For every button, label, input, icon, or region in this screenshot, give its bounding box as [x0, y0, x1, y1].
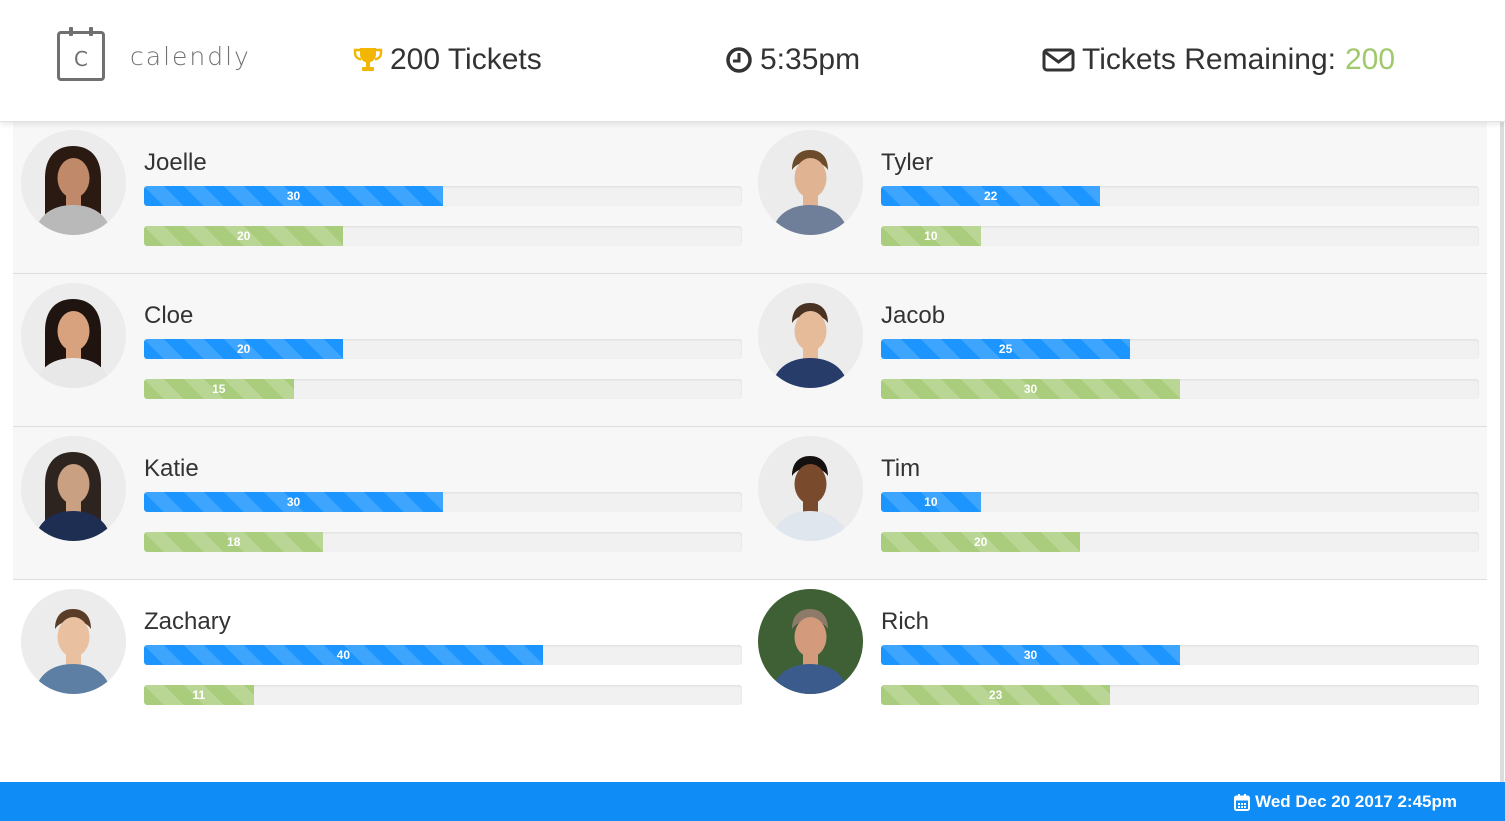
calendar-logo-icon: C — [57, 27, 105, 81]
green-progress-bar: 15 — [144, 379, 742, 399]
agent-name: Jacob — [881, 302, 946, 329]
blue-progress-bar: 25 — [881, 339, 1479, 359]
avatar — [21, 130, 126, 235]
leaderboard: Joelle 30 20 Tyler 22 10 Cloe 20 15 Jacob 25 30 Kati… — [13, 121, 1487, 732]
tickets-remaining-value: 200 — [1344, 43, 1396, 76]
blue-progress-fill: 20 — [144, 339, 344, 359]
green-progress-fill: 18 — [144, 532, 324, 552]
trophy-icon — [353, 48, 383, 71]
blue-progress-bar: 20 — [144, 339, 742, 359]
blue-progress-fill: 22 — [881, 186, 1101, 206]
avatar — [758, 589, 863, 694]
blue-progress-fill: 10 — [881, 492, 981, 512]
blue-progress-bar: 30 — [881, 645, 1479, 665]
agent-card-tyler: Tyler 22 10 — [758, 121, 1488, 273]
agent-name: Cloe — [144, 302, 194, 329]
green-progress-bar: 18 — [144, 532, 742, 552]
footer-date: Wed Dec 20 2017 2:45pm — [1234, 792, 1457, 812]
logo-text: calendly — [130, 41, 251, 71]
agent-card-zachary: Zachary 40 11 — [21, 580, 751, 732]
avatar — [758, 436, 863, 541]
green-progress-fill: 23 — [881, 685, 1111, 705]
green-progress-bar: 10 — [881, 226, 1479, 246]
agent-name: Tyler — [881, 149, 934, 176]
time-stat: 5:35pm — [725, 42, 860, 78]
green-progress-fill: 20 — [144, 226, 344, 246]
green-progress-fill: 30 — [881, 379, 1180, 399]
tickets-remaining-stat: Tickets Remaining: 200 — [1042, 42, 1395, 78]
blue-progress-bar: 30 — [144, 492, 742, 512]
blue-progress-bar: 10 — [881, 492, 1479, 512]
time-label: 5:35pm — [760, 43, 861, 76]
calendly-logo[interactable]: C calendly — [57, 27, 251, 81]
leaderboard-row: Zachary 40 11 Rich 30 23 — [13, 580, 1487, 732]
blue-progress-bar: 40 — [144, 645, 742, 665]
total-tickets-stat: 200 Tickets — [353, 42, 542, 78]
avatar — [21, 589, 126, 694]
blue-progress-bar: 30 — [144, 186, 742, 206]
leaderboard-row: Katie 30 18 Tim 10 20 — [13, 427, 1487, 580]
logo-letter: C — [74, 47, 88, 71]
avatar — [21, 436, 126, 541]
clock-icon — [726, 47, 752, 73]
avatar — [758, 130, 863, 235]
footer-date-label: Wed Dec 20 2017 2:45pm — [1255, 792, 1457, 811]
agent-name: Rich — [881, 608, 930, 635]
agent-card-jacob: Jacob 25 30 — [758, 274, 1488, 426]
agent-name: Tim — [881, 455, 921, 482]
green-progress-bar: 20 — [144, 226, 742, 246]
envelope-icon — [1042, 48, 1075, 72]
footer-bar: Wed Dec 20 2017 2:45pm — [0, 782, 1505, 821]
agent-card-rich: Rich 30 23 — [758, 580, 1488, 732]
blue-progress-fill: 30 — [144, 492, 443, 512]
agent-card-cloe: Cloe 20 15 — [21, 274, 751, 426]
green-progress-bar: 20 — [881, 532, 1479, 552]
green-progress-bar: 23 — [881, 685, 1479, 705]
green-progress-bar: 11 — [144, 685, 742, 705]
green-progress-fill: 15 — [144, 379, 294, 399]
blue-progress-bar: 22 — [881, 186, 1479, 206]
agent-name: Joelle — [144, 149, 207, 176]
avatar — [21, 283, 126, 388]
blue-progress-fill: 30 — [144, 186, 443, 206]
agent-card-katie: Katie 30 18 — [21, 427, 751, 579]
green-progress-fill: 11 — [144, 685, 254, 705]
agent-card-joelle: Joelle 30 20 — [21, 121, 751, 273]
blue-progress-fill: 25 — [881, 339, 1131, 359]
agent-name: Katie — [144, 455, 199, 482]
green-progress-fill: 10 — [881, 226, 981, 246]
leaderboard-row: Joelle 30 20 Tyler 22 10 — [13, 121, 1487, 274]
blue-progress-fill: 40 — [144, 645, 543, 665]
tickets-remaining-label: Tickets Remaining: — [1082, 43, 1336, 76]
total-tickets-label: 200 Tickets — [390, 43, 542, 76]
green-progress-fill: 20 — [881, 532, 1081, 552]
calendar-icon — [1234, 793, 1251, 811]
avatar — [758, 283, 863, 388]
green-progress-bar: 30 — [881, 379, 1479, 399]
header-bar: C calendly 200 Tickets 5:35pm Tickets Re… — [0, 0, 1505, 122]
agent-card-tim: Tim 10 20 — [758, 427, 1488, 579]
agent-name: Zachary — [144, 608, 231, 635]
blue-progress-fill: 30 — [881, 645, 1180, 665]
leaderboard-row: Cloe 20 15 Jacob 25 30 — [13, 274, 1487, 427]
scrollbar[interactable] — [1500, 18, 1504, 798]
